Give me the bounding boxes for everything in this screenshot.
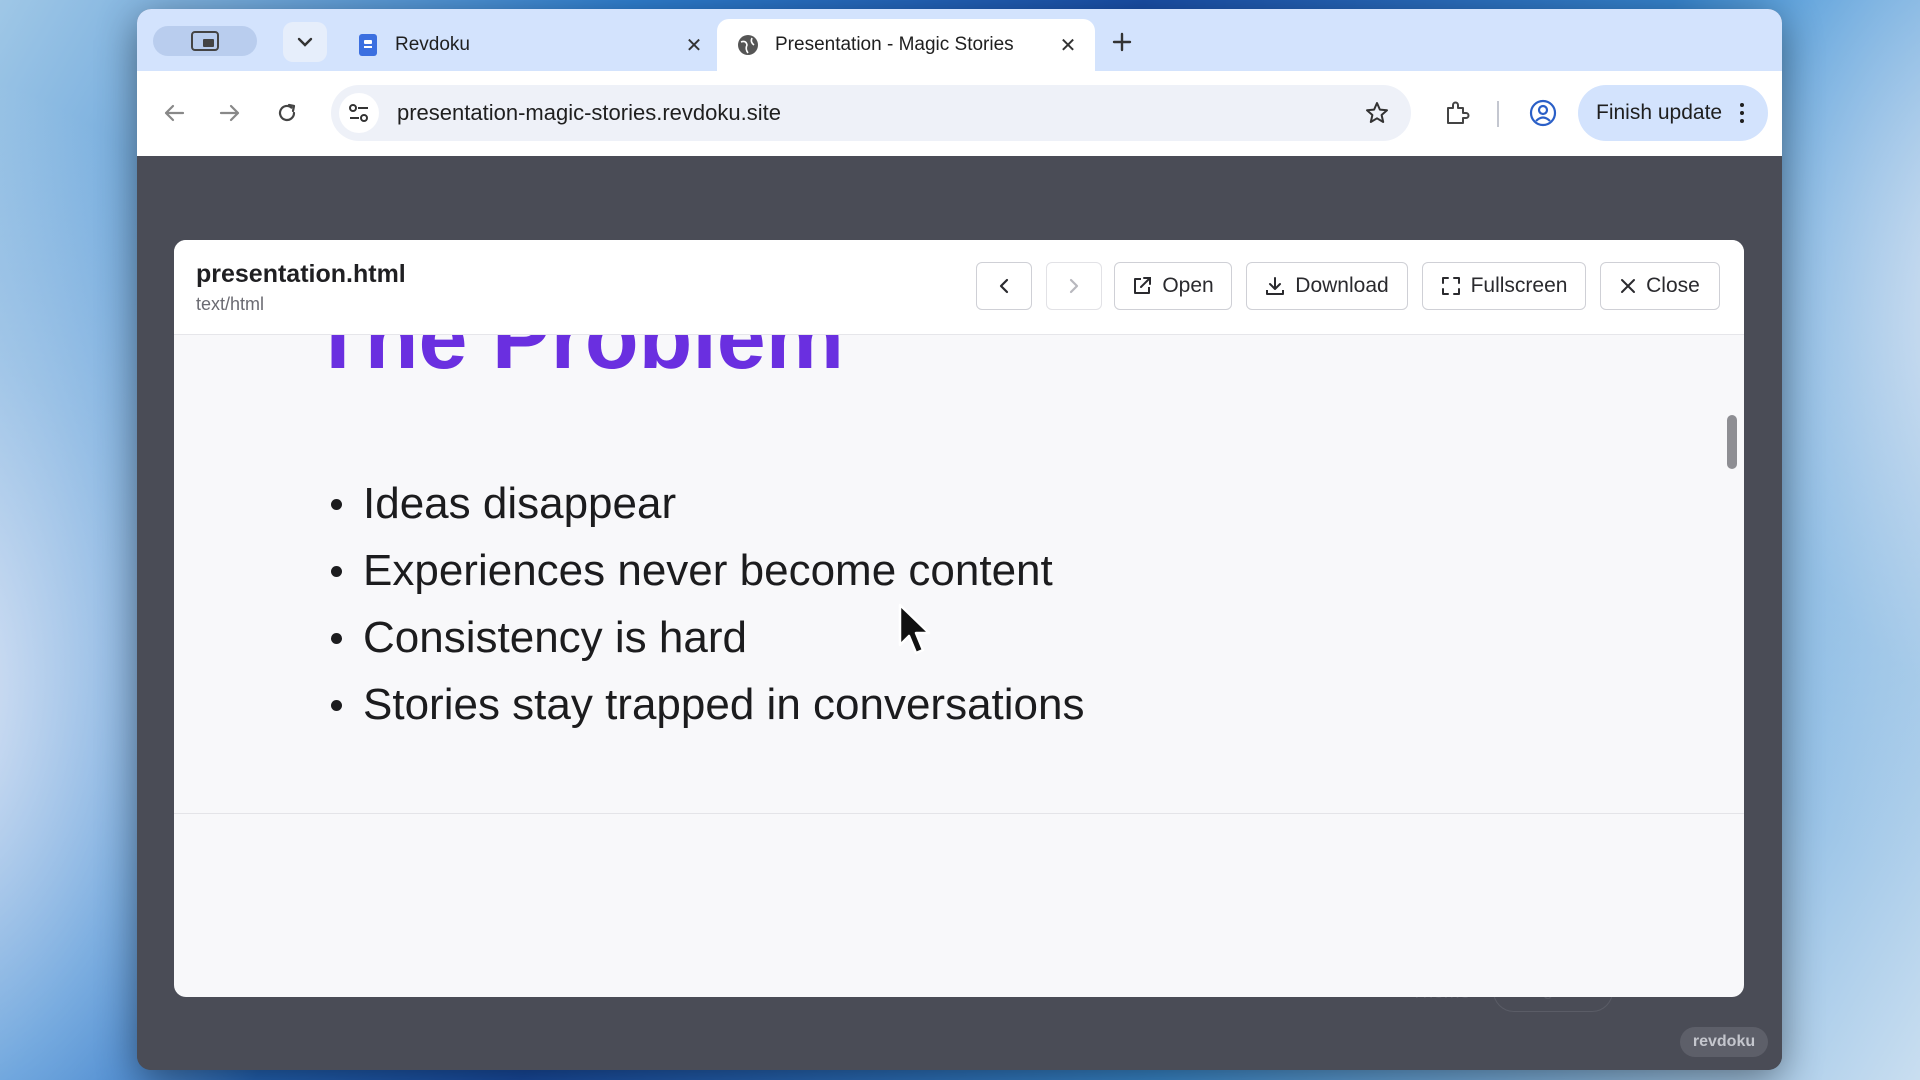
open-label: Open — [1162, 274, 1214, 297]
file-type: text/html — [196, 294, 265, 314]
browser-toolbar: presentation-magic-stories.revdoku.site … — [137, 71, 1782, 157]
address-bar[interactable]: presentation-magic-stories.revdoku.site — [331, 85, 1411, 141]
close-tab-icon[interactable]: ✕ — [1055, 32, 1081, 58]
back-button[interactable] — [154, 93, 194, 133]
close-label: Close — [1646, 274, 1700, 297]
profile-icon — [1529, 99, 1557, 127]
profile-button[interactable] — [1523, 93, 1563, 133]
document-favicon-icon — [357, 34, 379, 56]
tab-strip: Revdoku ✕ Presentation - Magic Stories ✕ — [137, 9, 1782, 71]
finish-update-button[interactable]: Finish update — [1578, 85, 1768, 141]
external-link-icon — [1132, 276, 1152, 296]
finish-update-label: Finish update — [1596, 101, 1723, 124]
extensions-button[interactable] — [1437, 93, 1477, 133]
open-button[interactable]: Open — [1114, 262, 1232, 310]
reload-button[interactable] — [267, 93, 307, 133]
bullet-item: Experiences never become content — [311, 537, 1085, 604]
mouse-cursor-icon — [898, 603, 931, 655]
bullet-item: Consistency is hard — [311, 604, 1085, 671]
toolbar-divider — [1497, 101, 1499, 127]
site-settings-icon[interactable] — [339, 93, 379, 133]
more-vertical-icon — [1728, 103, 1756, 123]
forward-button[interactable] — [210, 93, 250, 133]
bullet-item: Stories stay trapped in conversations — [311, 671, 1085, 738]
plus-icon — [1112, 32, 1132, 52]
scrollbar-thumb[interactable] — [1727, 415, 1737, 469]
page-content: Theme Light revdoku presentation.html te… — [137, 156, 1782, 1070]
next-button[interactable] — [1046, 262, 1102, 310]
globe-favicon-icon — [737, 34, 759, 56]
new-tab-button[interactable] — [1105, 25, 1139, 59]
fullscreen-label: Fullscreen — [1470, 274, 1568, 297]
tab-presentation[interactable]: Presentation - Magic Stories ✕ — [717, 19, 1095, 71]
arrow-left-icon — [164, 104, 185, 122]
slide-bullet-list: Ideas disappear Experiences never become… — [311, 470, 1085, 738]
close-tab-icon[interactable]: ✕ — [681, 32, 707, 58]
file-name: presentation.html — [196, 260, 406, 288]
reload-icon — [278, 103, 296, 122]
tab-title: Revdoku — [395, 34, 470, 55]
chevron-right-icon — [1069, 278, 1079, 294]
close-button[interactable]: Close — [1600, 262, 1720, 310]
previous-button[interactable] — [976, 262, 1032, 310]
tab-search-button[interactable] — [283, 22, 327, 62]
bookmark-star-icon[interactable] — [1357, 93, 1397, 133]
browser-window: Revdoku ✕ Presentation - Magic Stories ✕ — [137, 9, 1782, 1070]
file-preview-modal: presentation.html text/html Open Downloa… — [174, 240, 1744, 997]
modal-header: presentation.html text/html Open Downloa… — [174, 240, 1744, 335]
tab-groups-icon — [191, 31, 219, 51]
slide-preview[interactable]: The Problem Ideas disappear Experiences … — [174, 335, 1744, 997]
close-icon — [1620, 278, 1636, 294]
chevron-left-icon — [999, 278, 1009, 294]
fullscreen-icon — [1441, 276, 1461, 296]
puzzle-icon — [1447, 101, 1470, 124]
url-text: presentation-magic-stories.revdoku.site — [397, 100, 781, 125]
arrow-right-icon — [219, 104, 240, 122]
slide-divider — [174, 813, 1744, 814]
download-icon — [1265, 276, 1285, 296]
slide-title: The Problem — [311, 335, 844, 387]
tab-groups-button[interactable] — [153, 26, 257, 56]
download-label: Download — [1295, 274, 1389, 297]
download-button[interactable]: Download — [1246, 262, 1408, 310]
bullet-item: Ideas disappear — [311, 470, 1085, 537]
tab-title: Presentation - Magic Stories — [775, 34, 1014, 55]
fullscreen-button[interactable]: Fullscreen — [1422, 262, 1586, 310]
chevron-down-icon — [297, 37, 313, 47]
revdoku-badge[interactable]: revdoku — [1680, 1027, 1768, 1057]
